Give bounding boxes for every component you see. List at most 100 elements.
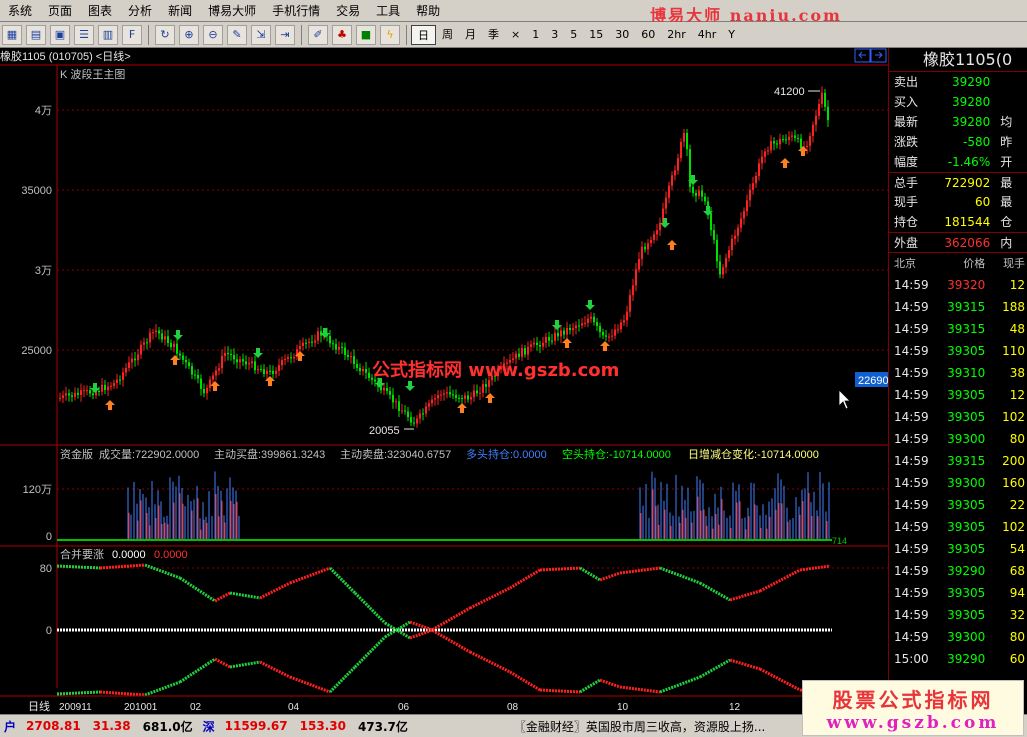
period-5min[interactable]: 5 bbox=[564, 25, 583, 45]
tick-row[interactable]: 14:59 39320 12 bbox=[889, 274, 1027, 296]
menu-system[interactable]: 系统 bbox=[0, 0, 40, 22]
chart-title: 橡胶1105 (010705) <日线> bbox=[0, 49, 131, 63]
x-tick-label: 201001 bbox=[124, 702, 158, 713]
menu-page[interactable]: 页面 bbox=[40, 0, 80, 22]
period-3min[interactable]: 3 bbox=[545, 25, 564, 45]
tick-row[interactable]: 15:00 39290 60 bbox=[889, 648, 1027, 670]
candle-body bbox=[605, 335, 607, 337]
scroll-right-button[interactable] bbox=[870, 48, 887, 63]
zoom-in-icon[interactable]: ⊕ bbox=[179, 24, 199, 45]
tick-row[interactable]: 14:59 39305 102 bbox=[889, 516, 1027, 538]
menu-boyi[interactable]: 博易大师 bbox=[200, 0, 264, 22]
tick-row[interactable]: 14:59 39300 80 bbox=[889, 626, 1027, 648]
tick-list[interactable]: 14:59 39320 12 14:59 39315 188 14:59 39315 48 14:… bbox=[889, 274, 1027, 670]
indicator-icon[interactable]: ■ bbox=[356, 24, 376, 45]
candle-body bbox=[239, 359, 241, 363]
period-30min[interactable]: 30 bbox=[609, 25, 635, 45]
period-year[interactable]: Y bbox=[722, 25, 741, 45]
period-month[interactable]: 月 bbox=[459, 25, 482, 45]
window-icon[interactable]: ▣ bbox=[50, 24, 70, 45]
lightning-icon[interactable]: ϟ bbox=[380, 24, 400, 45]
menu-help[interactable]: 帮助 bbox=[408, 0, 448, 22]
candle-body bbox=[479, 392, 481, 394]
tick-volume: 188 bbox=[1002, 300, 1025, 314]
menu-analysis[interactable]: 分析 bbox=[120, 0, 160, 22]
menu-chart[interactable]: 图表 bbox=[80, 0, 120, 22]
quote-row-value: 362066 bbox=[944, 236, 991, 250]
candle-body bbox=[461, 397, 463, 399]
tick-row[interactable]: 14:59 39305 110 bbox=[889, 340, 1027, 362]
x-tick-label: 200911 bbox=[59, 702, 92, 713]
price-tick-label: 35000 bbox=[21, 185, 52, 197]
candle-body bbox=[470, 397, 472, 400]
refresh-icon[interactable]: ↻ bbox=[155, 24, 175, 45]
period-day[interactable]: 日 bbox=[411, 24, 436, 45]
table-icon[interactable]: ▥ bbox=[98, 24, 118, 45]
tick-row[interactable]: 14:59 39305 94 bbox=[889, 582, 1027, 604]
candle-body bbox=[179, 353, 181, 356]
candle-body bbox=[59, 397, 61, 399]
tick-row[interactable]: 14:59 39300 80 bbox=[889, 428, 1027, 450]
period-2hr[interactable]: 2hr bbox=[661, 25, 692, 45]
zoom-out-icon[interactable]: ⊖ bbox=[203, 24, 223, 45]
menu-tools[interactable]: 工具 bbox=[368, 0, 408, 22]
period-week[interactable]: 周 bbox=[436, 25, 459, 45]
tick-row[interactable]: 14:59 39315 200 bbox=[889, 450, 1027, 472]
tick-row[interactable]: 14:59 39305 32 bbox=[889, 604, 1027, 626]
menu-trade[interactable]: 交易 bbox=[328, 0, 368, 22]
period-60min[interactable]: 60 bbox=[635, 25, 661, 45]
tick-row[interactable]: 14:59 39305 102 bbox=[889, 406, 1027, 428]
chart-area[interactable]: 橡胶1105 (010705) <日线> K 波段王主图 4万 35000 3万… bbox=[0, 48, 888, 714]
kline-chart[interactable]: 橡胶1105 (010705) <日线> K 波段王主图 4万 35000 3万… bbox=[0, 48, 888, 714]
candle-body bbox=[209, 379, 211, 388]
period-close[interactable]: × bbox=[505, 25, 526, 45]
menu-mobile[interactable]: 手机行情 bbox=[264, 0, 328, 22]
candle-body bbox=[182, 355, 184, 360]
export-icon[interactable]: ⇲ bbox=[251, 24, 271, 45]
osc-curve-lower bbox=[353, 635, 387, 669]
candle-body bbox=[794, 135, 796, 139]
tick-row[interactable]: 14:59 39310 38 bbox=[889, 362, 1027, 384]
tick-volume: 60 bbox=[1009, 652, 1025, 666]
period-1min[interactable]: 1 bbox=[526, 25, 545, 45]
tick-row[interactable]: 14:59 39315 188 bbox=[889, 296, 1027, 318]
candle-body bbox=[149, 332, 151, 343]
osc-curve-lower bbox=[699, 658, 731, 679]
grid-icon[interactable]: ▦ bbox=[2, 24, 22, 45]
tick-row[interactable]: 14:59 39315 48 bbox=[889, 318, 1027, 340]
candle-body bbox=[806, 145, 808, 148]
tick-row[interactable]: 14:59 39290 68 bbox=[889, 560, 1027, 582]
ad-line-2: www.gszb.com bbox=[826, 712, 1000, 733]
quote-row-extra: 最 bbox=[1000, 176, 1013, 190]
layout-icon[interactable]: ▤ bbox=[26, 24, 46, 45]
period-15min[interactable]: 15 bbox=[583, 25, 609, 45]
candle-body bbox=[215, 370, 217, 376]
period-quarter[interactable]: 季 bbox=[482, 25, 505, 45]
list-icon[interactable]: ☰ bbox=[74, 24, 94, 45]
osc-curve-lower bbox=[729, 658, 761, 671]
osc-curve-lower bbox=[469, 650, 511, 674]
candle-body bbox=[365, 368, 367, 373]
candle-body bbox=[650, 239, 652, 244]
osc-tick-label: 0 bbox=[46, 625, 52, 637]
edit-icon[interactable]: ✐ bbox=[308, 24, 328, 45]
candle-body bbox=[647, 243, 649, 250]
candle-body bbox=[254, 361, 256, 371]
f10-icon[interactable]: F bbox=[122, 24, 142, 45]
import-icon[interactable]: ⇥ bbox=[275, 24, 295, 45]
draw-icon[interactable]: ✎ bbox=[227, 24, 247, 45]
tick-row[interactable]: 14:59 39305 12 bbox=[889, 384, 1027, 406]
alarm-bell-icon[interactable]: ♣ bbox=[332, 24, 352, 45]
candle-body bbox=[521, 348, 523, 357]
period-4hr[interactable]: 4hr bbox=[692, 25, 723, 45]
candle-body bbox=[620, 322, 622, 330]
tick-row[interactable]: 14:59 39305 54 bbox=[889, 538, 1027, 560]
candle-body bbox=[317, 331, 319, 341]
news-ticker[interactable]: 〖金融财经〗英国股市周三收高，资源股上扬... bbox=[414, 718, 765, 735]
tick-volume: 68 bbox=[1009, 564, 1025, 578]
tick-volume: 12 bbox=[1009, 388, 1025, 402]
menu-news[interactable]: 新闻 bbox=[160, 0, 200, 22]
tick-row[interactable]: 14:59 39300 160 bbox=[889, 472, 1027, 494]
tick-row[interactable]: 14:59 39305 22 bbox=[889, 494, 1027, 516]
scroll-left-button[interactable] bbox=[854, 48, 871, 63]
